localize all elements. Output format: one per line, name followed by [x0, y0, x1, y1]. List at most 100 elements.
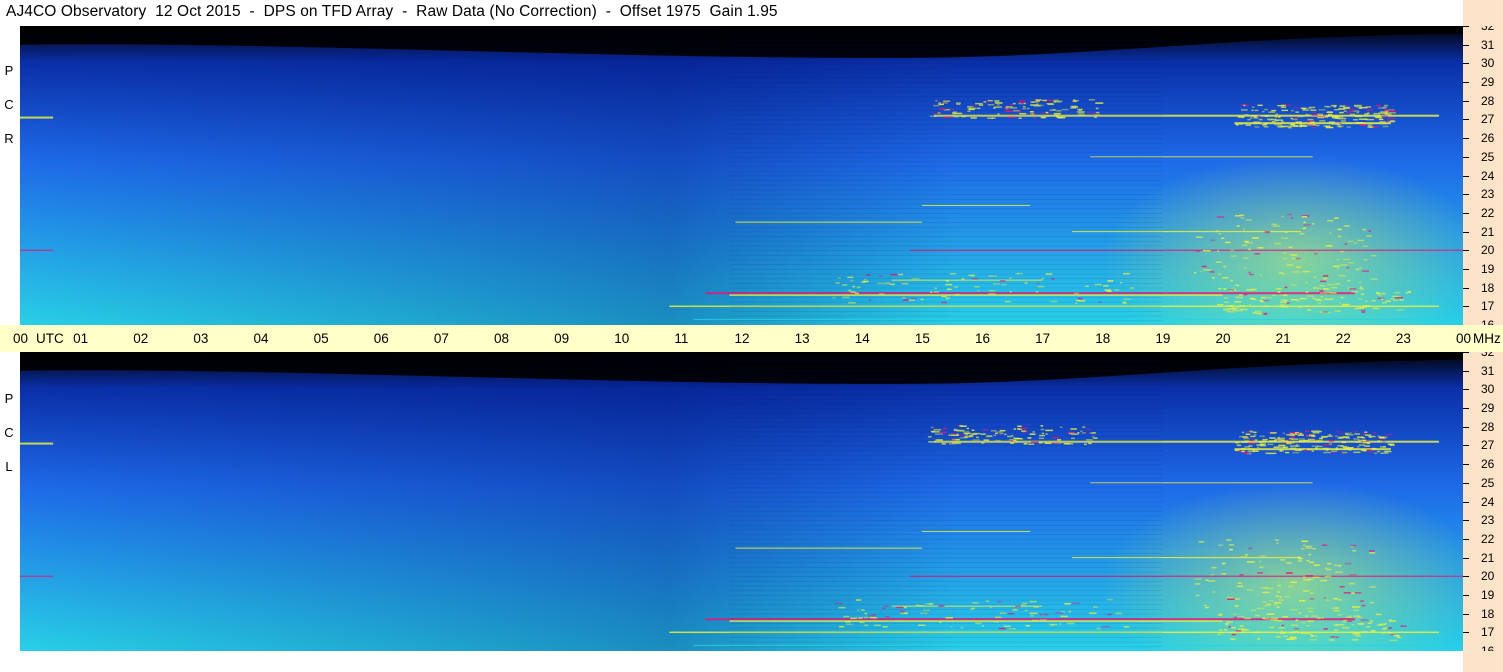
rcp-spectrogram — [20, 26, 1463, 325]
rcp-freq-tick-label-27: 27 — [1481, 112, 1495, 127]
lcp-label-c: C — [2, 416, 16, 450]
lcp-freq-tick-label-21: 21 — [1481, 550, 1495, 565]
utc-tick-label-21: 21 — [1275, 331, 1291, 346]
interference-band-11 — [20, 116, 54, 119]
utc-tick-label-11: 11 — [674, 331, 689, 346]
rcp-letter-c: C — [4, 97, 14, 112]
rcp-freq-tick-label-20: 20 — [1481, 243, 1495, 258]
axis-footer — [1463, 651, 1503, 672]
rcp-freq-tick-mark-23 — [1463, 194, 1469, 196]
lcp-spectrogram — [20, 352, 1463, 651]
lcp-frequency-axis: 3231302928272625242322212019181716 — [1463, 346, 1503, 657]
rcp-freq-tick-mark-27 — [1463, 119, 1469, 121]
lcp-letter-l: L — [5, 459, 13, 474]
interference-band-10 — [20, 249, 54, 251]
rcp-freq-tick-mark-25 — [1463, 156, 1469, 158]
rcp-freq-tick-mark-30 — [1463, 63, 1469, 65]
lcp-freq-tick-label-31: 31 — [1481, 363, 1495, 378]
rcp-freq-tick-mark-29 — [1463, 82, 1469, 84]
utc-tick-label-1: 01 — [73, 331, 89, 346]
interference-band-3 — [729, 294, 1223, 296]
rcp-freq-tick-label-30: 30 — [1481, 56, 1495, 71]
rcp-freq-tick-label-21: 21 — [1481, 224, 1495, 239]
axis-header — [1463, 0, 1503, 26]
rcp-freq-tick-mark-18 — [1463, 287, 1469, 289]
lcp-freq-tick-label-22: 22 — [1481, 531, 1495, 546]
utc-tick-label-12: 12 — [734, 331, 750, 346]
utc-tick-label-22: 22 — [1335, 331, 1351, 346]
lcp-freq-tick-label-19: 19 — [1481, 587, 1495, 602]
lcp-freq-tick-label-28: 28 — [1481, 419, 1495, 434]
rcp-freq-tick-label-26: 26 — [1481, 131, 1495, 146]
interference-band-13 — [921, 204, 1031, 206]
rcp-freq-tick-mark-28 — [1463, 100, 1469, 102]
interference-band-3 — [729, 620, 1223, 622]
utc-tick-label-18: 18 — [1095, 331, 1111, 346]
lcp-freq-tick-mark-32 — [1463, 352, 1469, 353]
rcp-freq-tick-mark-21 — [1463, 231, 1469, 233]
utc-tick-label-23: 23 — [1395, 331, 1411, 346]
rcp-freq-tick-label-19: 19 — [1481, 261, 1495, 276]
lcp-freq-tick-mark-25 — [1463, 482, 1469, 484]
mhz-unit-label: MHz — [1473, 331, 1501, 346]
rcp-letter-r: R — [4, 131, 14, 146]
spectrogram-svg-1 — [20, 352, 1463, 651]
rcp-freq-tick-label-24: 24 — [1481, 168, 1495, 183]
utc-tick-label-5: 05 — [313, 331, 329, 346]
lcp-freq-tick-mark-21 — [1463, 557, 1469, 559]
utc-tick-label-16: 16 — [975, 331, 991, 346]
rcp-freq-tick-label-25: 25 — [1481, 149, 1495, 164]
rcp-freq-tick-mark-24 — [1463, 175, 1469, 177]
lcp-freq-tick-mark-27 — [1463, 445, 1469, 447]
utc-tick-label-17: 17 — [1035, 331, 1051, 346]
lcp-freq-tick-mark-28 — [1463, 426, 1469, 428]
rcp-freq-tick-mark-20 — [1463, 250, 1469, 252]
interference-band-11 — [20, 442, 54, 445]
spectrogram-svg-0 — [20, 26, 1463, 325]
utc-tick-label-7: 07 — [433, 331, 449, 346]
lcp-freq-tick-label-30: 30 — [1481, 382, 1495, 397]
lcp-freq-tick-label-29: 29 — [1481, 401, 1495, 416]
utc-tick-label-6: 06 — [373, 331, 389, 346]
utc-tick-label-13: 13 — [794, 331, 810, 346]
lcp-freq-tick-label-25: 25 — [1481, 475, 1495, 490]
lcp-freq-tick-label-18: 18 — [1481, 606, 1495, 621]
rcp-freq-tick-label-28: 28 — [1481, 93, 1495, 108]
lcp-freq-tick-mark-23 — [1463, 520, 1469, 522]
page-title: AJ4CO Observatory 12 Oct 2015 - DPS on T… — [6, 3, 778, 20]
utc-tick-label-20: 20 — [1215, 331, 1231, 346]
lcp-letter-p: P — [4, 391, 14, 406]
rcp-freq-tick-mark-17 — [1463, 306, 1469, 308]
lcp-letter-c: C — [4, 425, 14, 440]
rcp-label: R — [2, 122, 16, 156]
rcp-letter-p: P — [4, 63, 14, 78]
utc-tick-label-8: 08 — [494, 331, 510, 346]
utc-time-axis: 00 01 02 03 04 05 06 07 08 09 10 11 12 13 14 15 16 17 18 19… — [0, 325, 1503, 352]
interference-band-8 — [891, 279, 1043, 281]
rcp-freq-tick-mark-19 — [1463, 268, 1469, 270]
rcp-freq-tick-label-22: 22 — [1481, 205, 1495, 220]
lcp-freq-tick-mark-22 — [1463, 538, 1469, 540]
utc-unit-label: UTC — [36, 331, 64, 346]
interference-band-10 — [20, 575, 54, 577]
rcp-frequency-axis: 3231302928272625242322212019181716 — [1463, 20, 1503, 331]
utc-tick-label-15: 15 — [914, 331, 930, 346]
rcp-freq-tick-label-29: 29 — [1481, 75, 1495, 90]
rcp-label-p: P — [2, 54, 16, 88]
lcp-freq-tick-label-24: 24 — [1481, 494, 1495, 509]
lcp-freq-tick-mark-20 — [1463, 576, 1469, 578]
lcp-freq-tick-mark-30 — [1463, 389, 1469, 391]
rcp-freq-tick-mark-31 — [1463, 44, 1469, 46]
utc-tick-label-24: 00 — [1456, 331, 1472, 346]
lcp-freq-tick-mark-18 — [1463, 613, 1469, 615]
rcp-freq-tick-label-23: 23 — [1481, 187, 1495, 202]
lcp-freq-tick-label-17: 17 — [1481, 625, 1495, 640]
utc-tick-label-19: 19 — [1155, 331, 1171, 346]
lcp-freq-tick-label-27: 27 — [1481, 438, 1495, 453]
lcp-freq-tick-label-26: 26 — [1481, 457, 1495, 472]
lcp-freq-tick-label-23: 23 — [1481, 513, 1495, 528]
lcp-freq-tick-mark-24 — [1463, 501, 1469, 503]
utc-tick-label-3: 03 — [193, 331, 209, 346]
interference-band-9 — [693, 318, 1433, 320]
utc-tick-label-14: 14 — [854, 331, 870, 346]
